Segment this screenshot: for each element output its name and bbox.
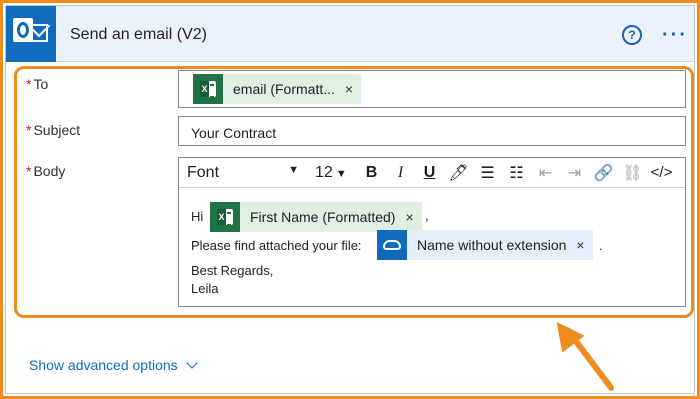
chevron-down-icon: [186, 357, 198, 369]
action-title: Send an email (V2): [70, 26, 207, 43]
action-header[interactable]: Send an email (V2) ? ···: [6, 6, 694, 62]
show-advanced-options-link[interactable]: Show advanced options: [29, 357, 198, 373]
help-icon[interactable]: ?: [622, 25, 642, 45]
more-options-icon[interactable]: ···: [662, 24, 688, 47]
annotation-highlight-box: [14, 66, 694, 318]
outlook-icon: [6, 6, 56, 62]
screenshot-frame: Send an email (V2) ? ··· *To email (Form…: [0, 0, 700, 399]
